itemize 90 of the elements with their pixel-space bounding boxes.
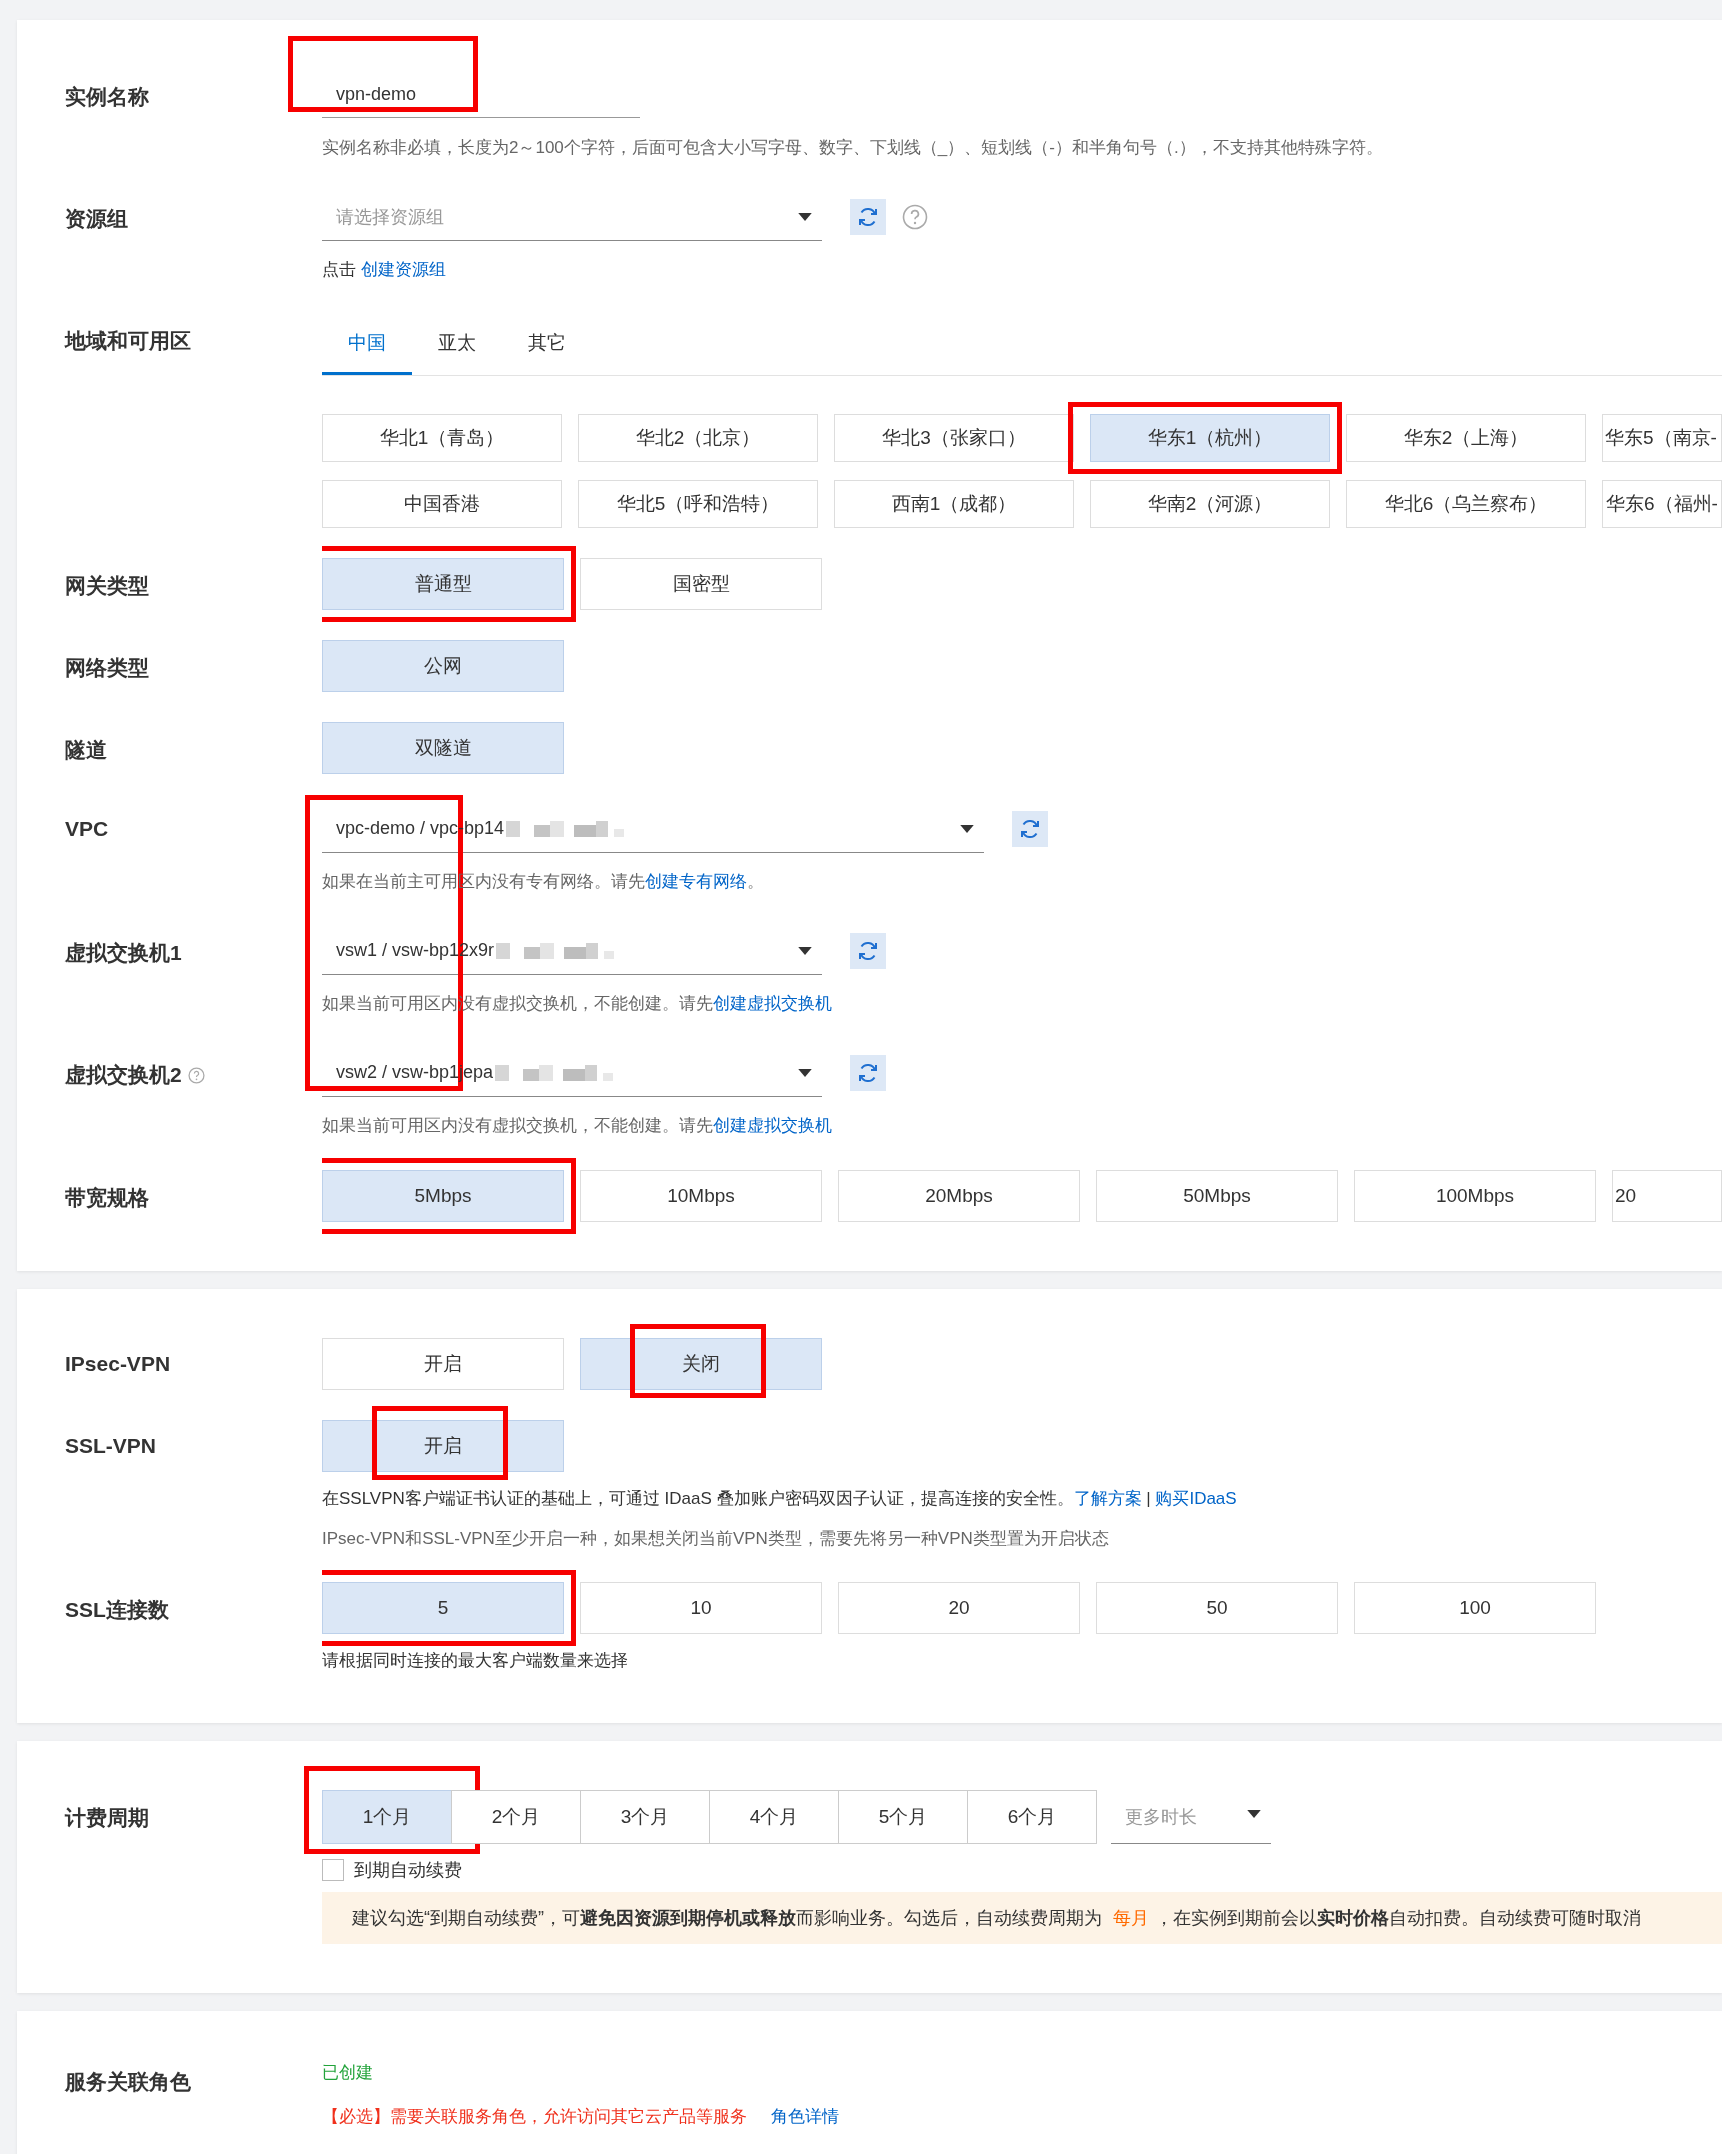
caret-icon bbox=[798, 213, 812, 222]
period-option[interactable]: 2个月 bbox=[451, 1790, 581, 1844]
period-option[interactable]: 5个月 bbox=[838, 1790, 968, 1844]
region-tab[interactable]: 其它 bbox=[502, 313, 592, 375]
checkbox[interactable] bbox=[322, 1859, 344, 1881]
period-option[interactable]: 1个月 bbox=[322, 1790, 452, 1844]
option-button[interactable]: 5 bbox=[322, 1582, 564, 1634]
period-option[interactable]: 3个月 bbox=[580, 1790, 710, 1844]
option-button[interactable]: 10Mbps bbox=[580, 1170, 822, 1222]
refresh-button[interactable] bbox=[850, 933, 886, 969]
option-button[interactable]: 100Mbps bbox=[1354, 1170, 1596, 1222]
option-button[interactable]: 20 bbox=[1612, 1170, 1722, 1222]
field-label: 实例名称 bbox=[65, 84, 149, 110]
region-option[interactable]: 华东1（杭州） bbox=[1090, 414, 1330, 462]
region-option[interactable]: 华北3（张家口） bbox=[834, 414, 1074, 462]
field-label: 带宽规格 bbox=[65, 1185, 149, 1211]
field-label: SSL-VPN bbox=[65, 1434, 156, 1458]
help-icon[interactable] bbox=[187, 1067, 205, 1084]
option-button[interactable]: 20 bbox=[838, 1582, 1080, 1634]
field-label: 地域和可用区 bbox=[65, 328, 191, 354]
region-tab[interactable]: 亚太 bbox=[412, 313, 502, 375]
help-text: 实例名称非必填，长度为2～100个字符，后面可包含大小写字母、数字、下划线（_）、短划线（-）和半角句号（.），不支持其他特殊字符。 bbox=[322, 137, 1384, 159]
link[interactable]: 创建专有网络 bbox=[645, 872, 747, 891]
refresh-icon bbox=[1018, 817, 1042, 841]
help-text: 【必选】需要关联服务角色，允许访问其它云产品等服务 角色详情 bbox=[322, 2106, 840, 2128]
help-text: 已创建 bbox=[322, 2062, 374, 2084]
link[interactable]: 角色详情 bbox=[771, 2107, 839, 2126]
caret-icon bbox=[1247, 1810, 1261, 1819]
option-button[interactable]: 双隧道 bbox=[322, 722, 564, 774]
option-button[interactable]: 10 bbox=[580, 1582, 822, 1634]
notice-text: 建议勾选“到期自动续费”，可避免因资源到期停机或释放而影响业务。勾选后，自动续费周期为 每月 ，在实例到期前会以实时价格自动扣费。自动续费可随时取消 bbox=[352, 1907, 1641, 1930]
link[interactable]: 创建虚拟交换机 bbox=[713, 1116, 832, 1135]
refresh-button[interactable] bbox=[850, 199, 886, 235]
link[interactable]: 创建虚拟交换机 bbox=[713, 994, 832, 1013]
option-button[interactable]: 20Mbps bbox=[838, 1170, 1080, 1222]
select-placeholder: 更多时长 bbox=[1125, 1805, 1197, 1829]
region-option[interactable]: 西南1（成都） bbox=[834, 480, 1074, 528]
region-option[interactable]: 华北6（乌兰察布） bbox=[1346, 480, 1586, 528]
field-label: 虚拟交换机2 bbox=[65, 1062, 182, 1088]
option-button[interactable]: 50Mbps bbox=[1096, 1170, 1338, 1222]
region-option[interactable]: 华南2（河源） bbox=[1090, 480, 1330, 528]
field-label: 计费周期 bbox=[65, 1805, 149, 1831]
refresh-icon bbox=[856, 1061, 880, 1085]
refresh-button[interactable] bbox=[850, 1055, 886, 1091]
caret-icon bbox=[798, 1069, 812, 1078]
option-button[interactable]: 5Mbps bbox=[322, 1170, 564, 1222]
region-option[interactable]: 中国香港 bbox=[322, 480, 562, 528]
period-option[interactable]: 4个月 bbox=[709, 1790, 839, 1844]
refresh-button[interactable] bbox=[1012, 811, 1048, 847]
region-option[interactable]: 华北2（北京） bbox=[578, 414, 818, 462]
period-option[interactable]: 6个月 bbox=[967, 1790, 1097, 1844]
field-label: 网关类型 bbox=[65, 573, 149, 599]
refresh-icon bbox=[856, 205, 880, 229]
select-placeholder: 请选择资源组 bbox=[336, 205, 444, 229]
help-text: IPsec-VPN和SSL-VPN至少开启一种，如果想关闭当前VPN类型，需要先将另一种VPN类型置为开启状态 bbox=[322, 1528, 1110, 1550]
link[interactable]: 创建资源组 bbox=[360, 260, 446, 279]
field-label: 网络类型 bbox=[65, 655, 149, 681]
option-button[interactable]: 关闭 bbox=[580, 1338, 822, 1390]
checkbox-label: 到期自动续费 bbox=[354, 1859, 462, 1882]
help-text: 如果当前可用区内没有虚拟交换机，不能创建。请先创建虚拟交换机 bbox=[322, 1115, 833, 1137]
option-button[interactable]: 100 bbox=[1354, 1582, 1596, 1634]
region-option[interactable]: 华东2（上海） bbox=[1346, 414, 1586, 462]
region-option[interactable]: 华北1（青岛） bbox=[322, 414, 562, 462]
help-icon[interactable] bbox=[902, 204, 928, 230]
field-label: IPsec-VPN bbox=[65, 1352, 171, 1376]
field-label: 资源组 bbox=[65, 206, 128, 232]
field-label: VPC bbox=[65, 817, 109, 841]
region-option[interactable]: 华东6（福州- bbox=[1602, 480, 1722, 528]
help-text: 请根据同时连接的最大客户端数量来选择 bbox=[322, 1650, 629, 1672]
caret-icon bbox=[960, 825, 974, 834]
field-label: 虚拟交换机1 bbox=[65, 940, 182, 966]
refresh-icon bbox=[856, 939, 880, 963]
help-text: 点击 创建资源组 bbox=[322, 259, 447, 281]
help-text: 在SSLVPN客户端证书认证的基础上，可通过 IDaaS 叠加账户密码双因子认证，提高连接的安全性。了解方案 | 购买IDaaS bbox=[322, 1488, 1238, 1510]
option-button[interactable]: 公网 bbox=[322, 640, 564, 692]
region-tab[interactable]: 中国 bbox=[322, 313, 412, 375]
option-button[interactable]: 开启 bbox=[322, 1420, 564, 1472]
option-button[interactable]: 开启 bbox=[322, 1338, 564, 1390]
field-label: 隧道 bbox=[65, 737, 107, 763]
region-option[interactable]: 华北5（呼和浩特） bbox=[578, 480, 818, 528]
link[interactable]: 了解方案 bbox=[1073, 1489, 1142, 1508]
name-input-field[interactable]: vpn-demo bbox=[322, 72, 640, 118]
option-button[interactable]: 国密型 bbox=[580, 558, 822, 610]
option-button[interactable]: 普通型 bbox=[322, 558, 564, 610]
field-label: SSL连接数 bbox=[65, 1597, 169, 1623]
region-option[interactable]: 华东5（南京- bbox=[1602, 414, 1722, 462]
field-label: 服务关联角色 bbox=[65, 2069, 191, 2095]
option-button[interactable]: 50 bbox=[1096, 1582, 1338, 1634]
caret-icon bbox=[798, 947, 812, 956]
link[interactable]: 购买IDaaS bbox=[1155, 1489, 1237, 1508]
